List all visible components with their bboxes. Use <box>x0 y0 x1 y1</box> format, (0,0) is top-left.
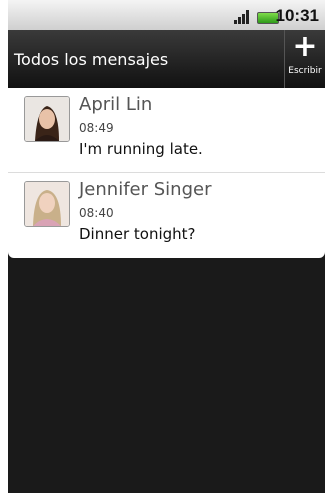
contact-name: Jennifer Singer <box>79 179 212 200</box>
message-time: 08:40 <box>79 206 114 220</box>
page-title: Todos los mensajes <box>14 50 169 69</box>
status-time: 10:31 <box>275 6 319 25</box>
message-preview: Dinner tonight? <box>79 225 196 243</box>
message-preview: I'm running late. <box>79 140 203 158</box>
thread-list: April Lin 08:49 I'm running late. Jennif… <box>8 88 325 258</box>
contact-avatar[interactable] <box>24 181 70 227</box>
thread-row[interactable]: April Lin 08:49 I'm running late. <box>8 88 325 173</box>
app-header: Todos los mensajes + Escribir <box>8 30 325 88</box>
plus-icon: + <box>292 29 318 64</box>
compose-label: Escribir <box>288 66 322 76</box>
contact-name: April Lin <box>79 94 153 115</box>
thread-row[interactable]: Jennifer Singer 08:40 Dinner tonight? <box>8 173 325 257</box>
message-time: 08:49 <box>79 121 114 135</box>
status-bar: 10:31 <box>8 0 325 30</box>
contact-avatar[interactable] <box>24 96 70 142</box>
compose-button[interactable]: + Escribir <box>284 30 325 88</box>
signal-strength-icon <box>234 10 254 24</box>
phone-screen: 10:31 Todos los mensajes + Escribir Apri… <box>8 0 325 493</box>
